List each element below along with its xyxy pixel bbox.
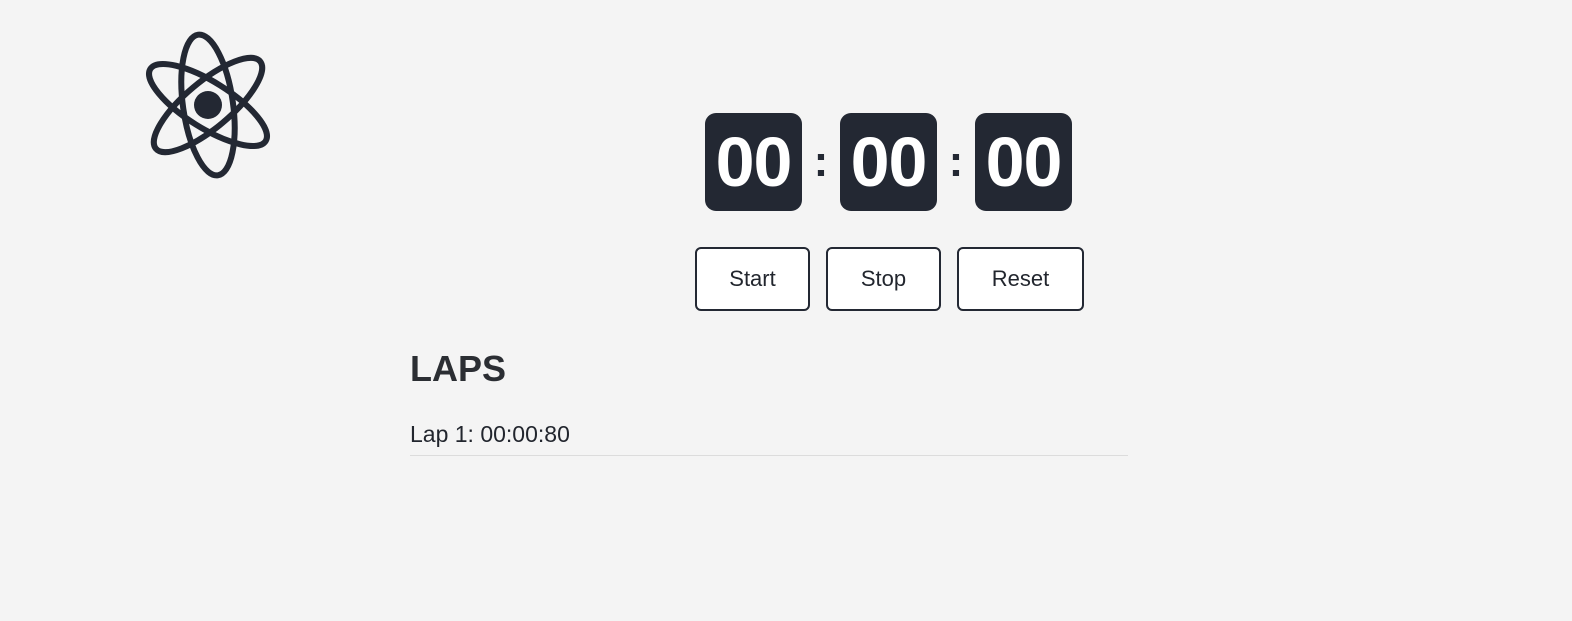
timer-display: 00 : 00 : 00: [705, 113, 1072, 211]
lap-list: Lap 1: 00:00:80: [410, 420, 1128, 456]
timer-controls: Start Stop Reset: [695, 247, 1084, 311]
time-separator: :: [813, 137, 829, 186]
seconds-display: 00: [975, 113, 1072, 211]
stopwatch-page: 00 : 00 : 00 Start Stop Reset LAPS Lap 1…: [0, 0, 1572, 621]
start-button[interactable]: Start: [695, 247, 810, 311]
stop-button[interactable]: Stop: [826, 247, 941, 311]
minutes-display: 00: [840, 113, 937, 211]
laps-section: LAPS Lap 1: 00:00:80: [410, 348, 1128, 456]
time-separator: :: [948, 137, 964, 186]
atom-icon: [140, 30, 278, 180]
hours-display: 00: [705, 113, 802, 211]
laps-heading: LAPS: [410, 348, 507, 389]
reset-button[interactable]: Reset: [957, 247, 1084, 311]
list-item: Lap 1: 00:00:80: [410, 420, 1128, 456]
